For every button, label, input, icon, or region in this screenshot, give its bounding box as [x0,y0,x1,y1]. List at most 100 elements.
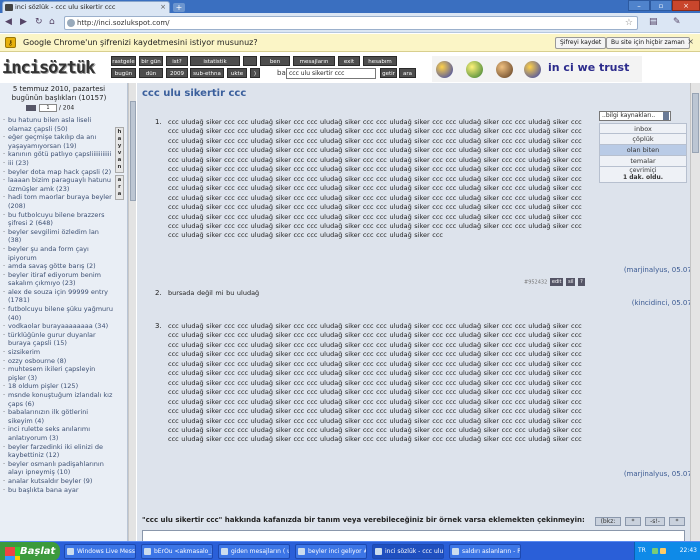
bkz-button[interactable]: (bkz: [595,517,621,526]
title-list-item[interactable]: laaaan bizim paraguaylı hatunu üzmüşler … [3,176,113,193]
more-button[interactable]: ? [578,278,585,286]
title-list-item[interactable]: muhtesem ikileri çapsleyin pişler (3) [3,365,113,382]
taskbar-button[interactable]: saldırı aslanların - P... [449,544,521,559]
bottom-nav-button[interactable]: ukte [227,68,247,78]
globe-avatar-icon [466,61,483,78]
wrench-icon[interactable]: ✎ [673,17,681,27]
spoiler-button[interactable]: * [625,517,641,526]
bottom-nav-button[interactable]: bugün [111,68,136,78]
title-list-item[interactable]: kanının götü patlıyo çapsliiiiiiiiiii [3,150,113,159]
entry-author[interactable]: (marjinalyus, 05.07.2010 22:42) [624,266,690,274]
taskbar-button[interactable]: bErOu <akmasalo_be... [141,544,213,559]
title-list-item[interactable]: bu başlıkta bana ayar [3,486,113,495]
maximize-button[interactable]: ▫ [650,0,672,11]
title-list-item[interactable]: alex de souza için 99999 entry (1781) [3,288,113,305]
online-box[interactable]: çevrimiçi 1 dak. oldu. [599,167,687,183]
title-list-item[interactable]: hadi tom maorlar buraya beyler (208) [3,193,113,210]
top-nav-button[interactable]: ist? [166,56,188,66]
taskbar-button[interactable]: inci sözlük - ccc ulu si... [372,544,444,559]
title-list-item[interactable]: inci rulette seks anılarımı anlatıyorum … [3,425,113,442]
home-icon[interactable]: ⌂ [49,17,55,27]
entry-editor[interactable] [142,530,685,541]
top-nav-button[interactable]: hesabım [363,56,397,66]
top-nav-button[interactable]: rastgele [111,56,136,66]
main-scroll-thumb[interactable] [692,93,699,153]
title-list-item[interactable]: iii (23) [3,159,113,168]
close-window-button[interactable]: × [672,0,700,11]
title-list-item[interactable]: analar kutsaldır beyler (9) [3,477,113,486]
address-bar[interactable]: http://inci.sozlukspot.com/ ☆ [64,16,638,30]
minimize-button[interactable]: – [628,0,650,11]
title-list-item[interactable]: beyler şu anda form çayı ipiyorum [3,245,113,262]
page-menu-icon[interactable]: ▤ [649,17,658,27]
prev-page-button[interactable] [26,105,36,111]
title-list-item[interactable]: 18 oldum pişler (125) [3,382,113,391]
title-list-item[interactable]: beyler farzedinki iki elinizi de kaybett… [3,443,113,460]
title-list-item[interactable]: eğer geçmişe takılıp da anı yaşayamıyors… [3,133,113,150]
language-indicator[interactable]: TR [638,547,646,554]
taskbar-button[interactable]: Windows Live Messen... [64,544,136,559]
reload-icon[interactable]: ↻ [35,17,43,27]
edit-button[interactable]: edit [549,278,564,286]
new-tab-button[interactable]: + [173,3,185,12]
tray-icon[interactable] [652,548,658,554]
bottom-nav-button[interactable]: ara [399,68,416,78]
infobar-close-icon[interactable]: × [687,37,694,46]
asterisk-button[interactable]: * [669,517,685,526]
entry-author[interactable]: (marjinalyus, 05.07.2010 22:43) [624,470,690,478]
taskbar-button[interactable]: beyler inci geliyor #4... [295,544,367,559]
title-list-item[interactable]: ozzy osbourne (8) [3,357,113,366]
spoiler-tag-button[interactable]: -s!- [645,517,665,526]
title-list-item[interactable]: beyler dota map hack çapsli (2) [3,168,113,177]
top-nav-button[interactable]: mesajların [293,56,335,66]
browser-tab[interactable]: inci sözlük - ccc ulu sikertir ccc × [2,1,170,13]
forward-icon[interactable]: ▶ [20,17,27,27]
tab-close-icon[interactable]: × [160,2,166,13]
back-icon[interactable]: ◀ [5,17,12,27]
title-list-item[interactable]: beyler sevgilimi özledim lan (38) [3,228,113,245]
source-menu-item[interactable]: temalar [599,156,687,167]
title-list-item[interactable]: vodkaolar burayaaaaaaaa (34) [3,322,113,331]
bottom-nav-button[interactable]: getir [380,68,397,78]
topic-title[interactable]: ccc ulu sikertir ccc [142,88,246,99]
source-select[interactable]: ..bilgi kaynakları.. [599,111,671,121]
site-logo[interactable]: incisöztük [2,56,107,80]
source-menu-item[interactable]: olan biten [599,145,687,156]
side-tab[interactable]: hayvan [115,127,124,173]
bookmark-star-icon[interactable]: ☆ [625,17,633,29]
title-search-input[interactable]: ccc ulu sikertir ccc [286,68,376,79]
save-password-button[interactable]: Şifreyi kaydet [555,37,607,49]
bottom-nav-button[interactable]: sub-ethna [190,68,224,78]
left-scroll-thumb[interactable] [130,101,136,201]
title-list-item[interactable]: bu hatunu bilen asla liseli olamaz çapsl… [3,116,113,133]
side-tab[interactable]: ara [115,175,124,200]
source-menu-item[interactable]: inbox [599,123,687,134]
source-menu-item[interactable]: çöplük [599,134,687,145]
never-save-button[interactable]: Bu site için hiçbir zaman [606,37,690,49]
top-nav-button[interactable]: istatistik [190,56,240,66]
main-scrollbar[interactable] [690,83,700,541]
page-select[interactable]: 1 [38,104,57,112]
start-button[interactable]: Başlat [0,542,60,560]
title-list-item[interactable]: msnde konuştuğum izlandalı kız çaps (6) [3,391,113,408]
top-nav-button[interactable]: bir gün [139,56,163,66]
top-nav-button[interactable] [243,56,257,66]
bottom-nav-button[interactable]: 2009 [166,68,188,78]
left-scrollbar[interactable] [128,83,136,541]
title-list-item[interactable]: amda savaş götte barış (2) [3,262,113,271]
delete-button[interactable]: sil [566,278,576,286]
title-list-item[interactable]: türklüğünle gurur duyanlar buraya çapsli… [3,331,113,348]
tray-icon[interactable] [660,548,666,554]
top-nav-button[interactable]: exit [338,56,360,66]
title-list-item[interactable]: futbolcuyu bilene şüku yağmuru (40) [3,305,113,322]
taskbar-button[interactable]: giden mesajların ( ulu... [218,544,290,559]
top-nav-button[interactable]: ben [260,56,290,66]
title-list-item[interactable]: beyler osmanlı padişahlarının alayı ipne… [3,460,113,477]
title-list-item[interactable]: babalarınızın ilk götlerini sikeyim (4) [3,408,113,425]
bottom-nav-button[interactable]: dün [139,68,163,78]
title-list-item[interactable]: bu futbolcuyu bilene brazzers şifresi 2 … [3,211,113,228]
title-list-item[interactable]: sizsikerim [3,348,113,357]
title-list-item[interactable]: beyler itiraf ediyorum benim sakalım çık… [3,271,113,288]
bottom-nav-button[interactable]: ) [250,68,260,78]
entry-author[interactable]: (kincidinci, 05.07.2010 22:43) [632,299,690,307]
